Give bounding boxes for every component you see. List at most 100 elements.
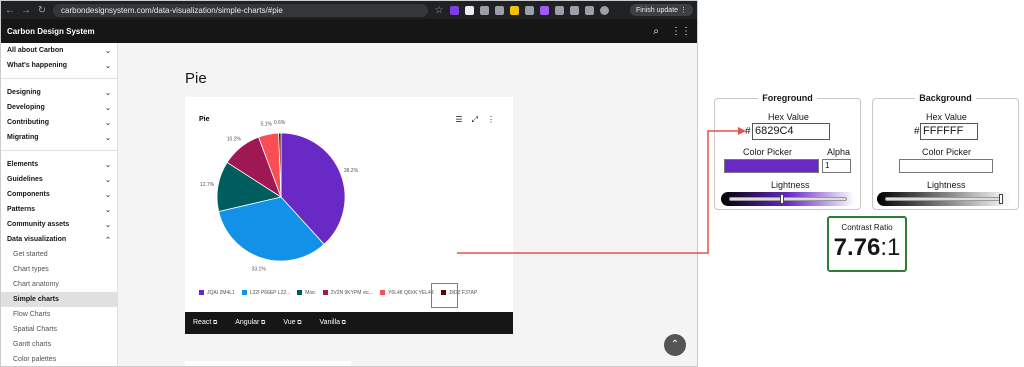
profile-avatar[interactable] bbox=[600, 5, 609, 15]
extension-icon[interactable] bbox=[570, 5, 579, 15]
next-card bbox=[185, 361, 351, 366]
framework-link[interactable]: Vue ⧉ bbox=[283, 319, 301, 327]
pie-data-label: 33.1% bbox=[252, 267, 267, 273]
legend-item[interactable]: JQAI 2M4L1 bbox=[199, 290, 235, 296]
sidebar-subitem[interactable]: Chart types bbox=[1, 262, 117, 277]
chevron-icon: ⌄ bbox=[105, 161, 111, 169]
bg-lightness-slider[interactable] bbox=[877, 192, 1011, 206]
sidebar-item-label: Contributing bbox=[7, 119, 49, 126]
star-icon[interactable]: ☆ bbox=[434, 5, 444, 16]
launch-icon: ⧉ bbox=[211, 320, 218, 326]
legend-swatch bbox=[380, 290, 386, 296]
fg-color-picker[interactable] bbox=[724, 159, 819, 173]
pie-data-label: 5.1% bbox=[261, 121, 273, 127]
legend-item[interactable]: L22I P66EP L22... bbox=[241, 290, 290, 296]
sidebar-item[interactable]: Components ⌄ bbox=[1, 187, 117, 202]
finish-update-button[interactable]: Finish update ⋮ bbox=[630, 4, 693, 16]
pie-data-label: 12.7% bbox=[200, 182, 215, 188]
sidebar: All about Carbon ⌄ What's happening ⌄ Design… bbox=[1, 43, 118, 366]
extension-icon[interactable] bbox=[540, 5, 549, 15]
sidebar-subitem[interactable]: Gantt charts bbox=[1, 337, 117, 352]
app-switcher-icon[interactable]: ⋮⋮ bbox=[671, 26, 691, 37]
fg-hex-input[interactable]: 6829C4 bbox=[752, 123, 830, 140]
sidebar-subitem[interactable]: Simple charts bbox=[1, 292, 117, 307]
main-content: Pie Pie ☰ ⤢ ⋮ 38.2% 33.1% 12.7% 10.2% 5.1% 0.… bbox=[118, 43, 697, 366]
framework-link[interactable]: Vanilla ⧉ bbox=[320, 319, 346, 327]
legend-label: 2V2N 9KYPM vic... bbox=[330, 290, 374, 296]
sidebar-item[interactable]: Migrating ⌄ bbox=[1, 130, 117, 145]
chevron-icon: ⌄ bbox=[105, 62, 111, 70]
framework-link[interactable]: React ⧉ bbox=[193, 319, 217, 327]
bg-picker-label: Color Picker bbox=[922, 147, 972, 157]
chevron-icon: ⌄ bbox=[105, 104, 111, 112]
slider-thumb[interactable] bbox=[999, 194, 1003, 204]
chevron-icon: ⌄ bbox=[105, 191, 111, 199]
extension-icon[interactable] bbox=[465, 5, 474, 15]
extension-icon[interactable] bbox=[495, 5, 504, 15]
sidebar-item[interactable]: Designing ⌄ bbox=[1, 85, 117, 100]
extension-icon[interactable] bbox=[480, 5, 489, 15]
address-bar[interactable]: carbondesignsystem.com/data-visualizatio… bbox=[53, 3, 428, 17]
browser-chrome: ← → ↻ carbondesignsystem.com/data-visual… bbox=[1, 1, 697, 19]
slider-thumb[interactable] bbox=[780, 194, 785, 204]
framework-link[interactable]: Angular ⧉ bbox=[235, 319, 265, 327]
background-panel: Background Hex Value # FFFFFF Color Pick… bbox=[872, 93, 1019, 210]
bg-color-picker[interactable] bbox=[899, 159, 993, 173]
pie-chart: 38.2% 33.1% 12.7% 10.2% 5.1% 0.6% bbox=[200, 120, 359, 273]
bg-hex-input[interactable]: FFFFFF bbox=[920, 123, 978, 140]
back-icon[interactable]: ← bbox=[5, 5, 15, 16]
legend-label: Y6L48 Q6XK YEL48 bbox=[388, 290, 434, 296]
reload-icon[interactable]: ↻ bbox=[37, 5, 47, 16]
legend-swatch bbox=[241, 290, 247, 296]
chevron-icon: ⌄ bbox=[105, 221, 111, 229]
sidebar-item[interactable]: Data visualization ⌃ bbox=[1, 232, 117, 247]
sidebar-item[interactable]: Guidelines ⌄ bbox=[1, 172, 117, 187]
framework-link-label: Vanilla bbox=[319, 319, 341, 326]
fg-alpha-input[interactable]: 1 bbox=[822, 159, 851, 173]
sidebar-subitem[interactable]: Color palettes bbox=[1, 352, 117, 366]
legend-item[interactable]: Y6L48 Q6XK YEL48 bbox=[380, 290, 434, 296]
site-title[interactable]: Carbon Design System bbox=[7, 27, 95, 36]
sidebar-item[interactable]: Patterns ⌄ bbox=[1, 202, 117, 217]
extension-icon[interactable] bbox=[510, 5, 519, 15]
sidebar-item[interactable]: Community assets ⌄ bbox=[1, 217, 117, 232]
fg-hash: # bbox=[745, 126, 751, 137]
framework-link-label: Vue bbox=[283, 319, 296, 326]
forward-icon[interactable]: → bbox=[21, 5, 31, 16]
sidebar-item[interactable]: Developing ⌄ bbox=[1, 100, 117, 115]
chevron-icon: ⌄ bbox=[105, 119, 111, 127]
chart-card: Pie ☰ ⤢ ⋮ 38.2% 33.1% 12.7% 10.2% 5.1% 0.6% J… bbox=[185, 97, 513, 334]
slider-track bbox=[885, 197, 1003, 201]
chevron-icon: ⌃ bbox=[105, 236, 111, 244]
fg-lightness-slider[interactable] bbox=[721, 192, 855, 206]
legend-item[interactable]: 2V2N 9KYPM vic... bbox=[322, 290, 374, 296]
sidebar-subitem[interactable]: Chart anatomy bbox=[1, 277, 117, 292]
legend-item[interactable]: Misc bbox=[297, 290, 316, 296]
fg-picker-label: Color Picker bbox=[743, 147, 793, 157]
sidebar-item[interactable]: All about Carbon ⌄ bbox=[1, 43, 117, 58]
contrast-value: 7.76:1 bbox=[829, 234, 905, 262]
scroll-to-top-button[interactable]: ⌃ bbox=[664, 334, 686, 356]
framework-link-label: React bbox=[193, 319, 212, 326]
fg-hex-label: Hex Value bbox=[768, 112, 809, 122]
sidebar-item-label: Developing bbox=[7, 104, 45, 111]
framework-links: React ⧉ Angular ⧉ Vue ⧉ Vanilla ⧉ bbox=[185, 312, 513, 334]
chevron-icon: ⌄ bbox=[105, 176, 111, 184]
sidebar-subitem[interactable]: Get started bbox=[1, 247, 117, 262]
sidebar-item-label: Components bbox=[7, 191, 50, 198]
search-icon[interactable]: ⌕ bbox=[653, 26, 659, 37]
sidebar-item[interactable]: Contributing ⌄ bbox=[1, 115, 117, 130]
extension-icon[interactable] bbox=[450, 5, 459, 15]
sidebar-subitem[interactable]: Spatial Charts bbox=[1, 322, 117, 337]
extension-icon[interactable] bbox=[525, 5, 534, 15]
sidebar-item[interactable]: Elements ⌄ bbox=[1, 157, 117, 172]
pie-data-label: 0.6% bbox=[274, 120, 286, 126]
extension-icon[interactable] bbox=[585, 5, 594, 15]
legend-label: Misc bbox=[305, 290, 316, 296]
sidebar-subitem[interactable]: Flow Charts bbox=[1, 307, 117, 322]
extension-icon[interactable] bbox=[555, 5, 564, 15]
sidebar-item[interactable]: What's happening ⌄ bbox=[1, 58, 117, 73]
sidebar-item-label: Designing bbox=[7, 89, 41, 96]
foreground-title: Foreground bbox=[758, 93, 817, 103]
bg-hex-label: Hex Value bbox=[926, 112, 967, 122]
